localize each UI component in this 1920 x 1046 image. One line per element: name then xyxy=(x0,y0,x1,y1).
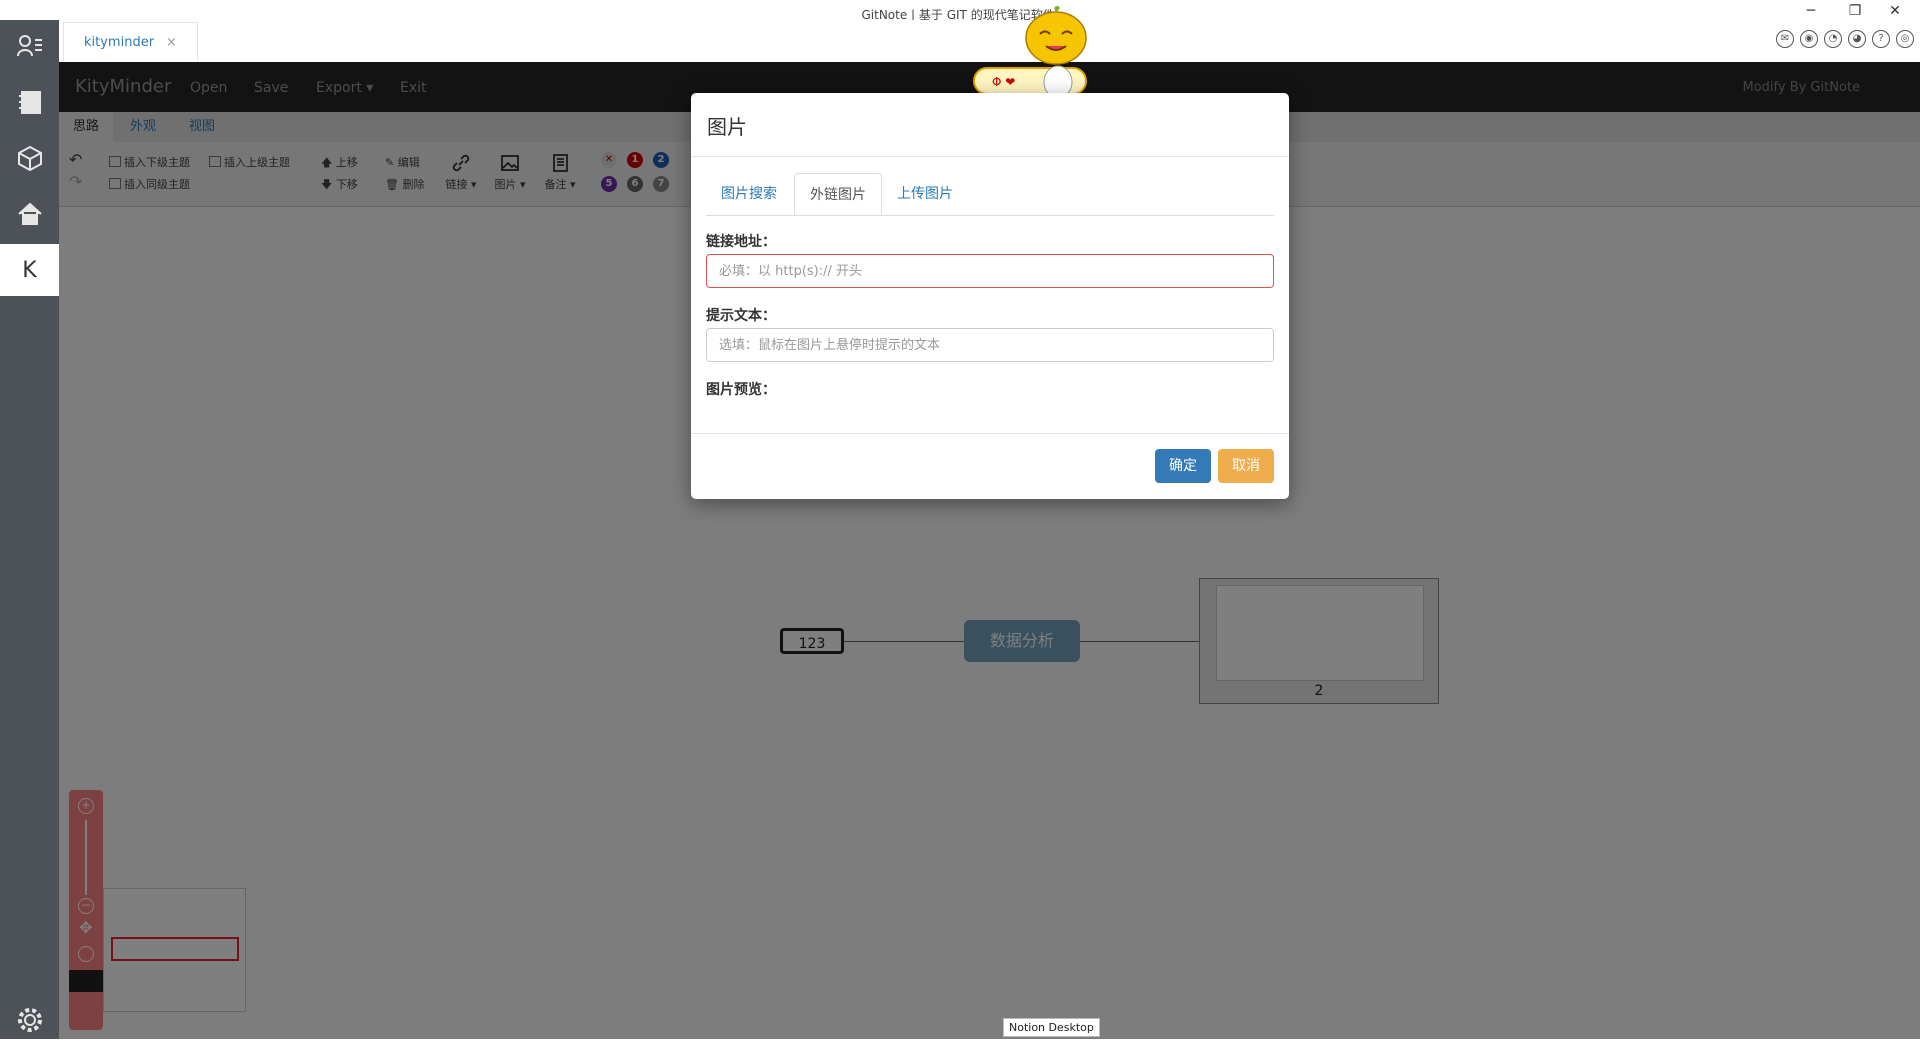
close-tab-icon[interactable]: × xyxy=(166,35,177,50)
svg-text:Φ ❤: Φ ❤ xyxy=(992,75,1015,89)
dialog-title: 图片 xyxy=(707,115,747,139)
sidebar: K xyxy=(0,20,59,1039)
wechat-icon[interactable]: ✉ xyxy=(1776,30,1794,48)
tab-image-search[interactable]: 图片搜索 xyxy=(706,173,792,214)
user-list-icon[interactable] xyxy=(0,20,59,72)
preview-label: 图片预览： xyxy=(706,382,776,398)
document-tab[interactable]: kityminder × xyxy=(63,22,198,61)
help-icon[interactable]: ? xyxy=(1872,30,1890,48)
github-icon[interactable]: ◕ xyxy=(1848,30,1866,48)
image-dialog: 图片 图片搜索 外链图片 上传图片 链接地址： 提示文本： 图片预览： 确定 取… xyxy=(691,93,1289,499)
dialog-header xyxy=(691,93,1289,157)
tab-upload-image[interactable]: 上传图片 xyxy=(882,173,968,214)
weibo-icon[interactable]: ◉ xyxy=(1800,30,1818,48)
window-titlebar: GitNote | 基于 GIT 的现代笔记软件. ─ ❐ ✕ xyxy=(0,0,1920,22)
dialog-footer: 确定 取消 xyxy=(691,433,1289,500)
image-url-input[interactable] xyxy=(706,254,1274,288)
url-label: 链接地址： xyxy=(706,234,776,250)
tab-external-image[interactable]: 外链图片 xyxy=(794,173,882,215)
qq-icon[interactable]: ◔ xyxy=(1824,30,1842,48)
notebook-icon[interactable] xyxy=(0,76,59,128)
box-icon[interactable] xyxy=(0,132,59,184)
home-icon[interactable] xyxy=(0,188,59,240)
globe-icon[interactable]: ◎ xyxy=(1896,30,1914,48)
cancel-button[interactable]: 取消 xyxy=(1218,449,1274,483)
kityminder-app-button[interactable]: K xyxy=(0,244,59,296)
tray-icons: ✉ ◉ ◔ ◕ ? ◎ xyxy=(1776,30,1914,48)
ok-button[interactable]: 确定 xyxy=(1155,449,1211,483)
notion-desktop-badge: Notion Desktop xyxy=(1003,1018,1100,1037)
tip-label: 提示文本： xyxy=(706,308,776,324)
mascot-icon: Φ ❤ xyxy=(973,6,1087,99)
hover-tip-input[interactable] xyxy=(706,328,1274,362)
document-tab-label: kityminder xyxy=(84,34,155,50)
settings-icon[interactable] xyxy=(0,994,59,1046)
dialog-tabs: 图片搜索 外链图片 上传图片 xyxy=(706,173,1274,216)
